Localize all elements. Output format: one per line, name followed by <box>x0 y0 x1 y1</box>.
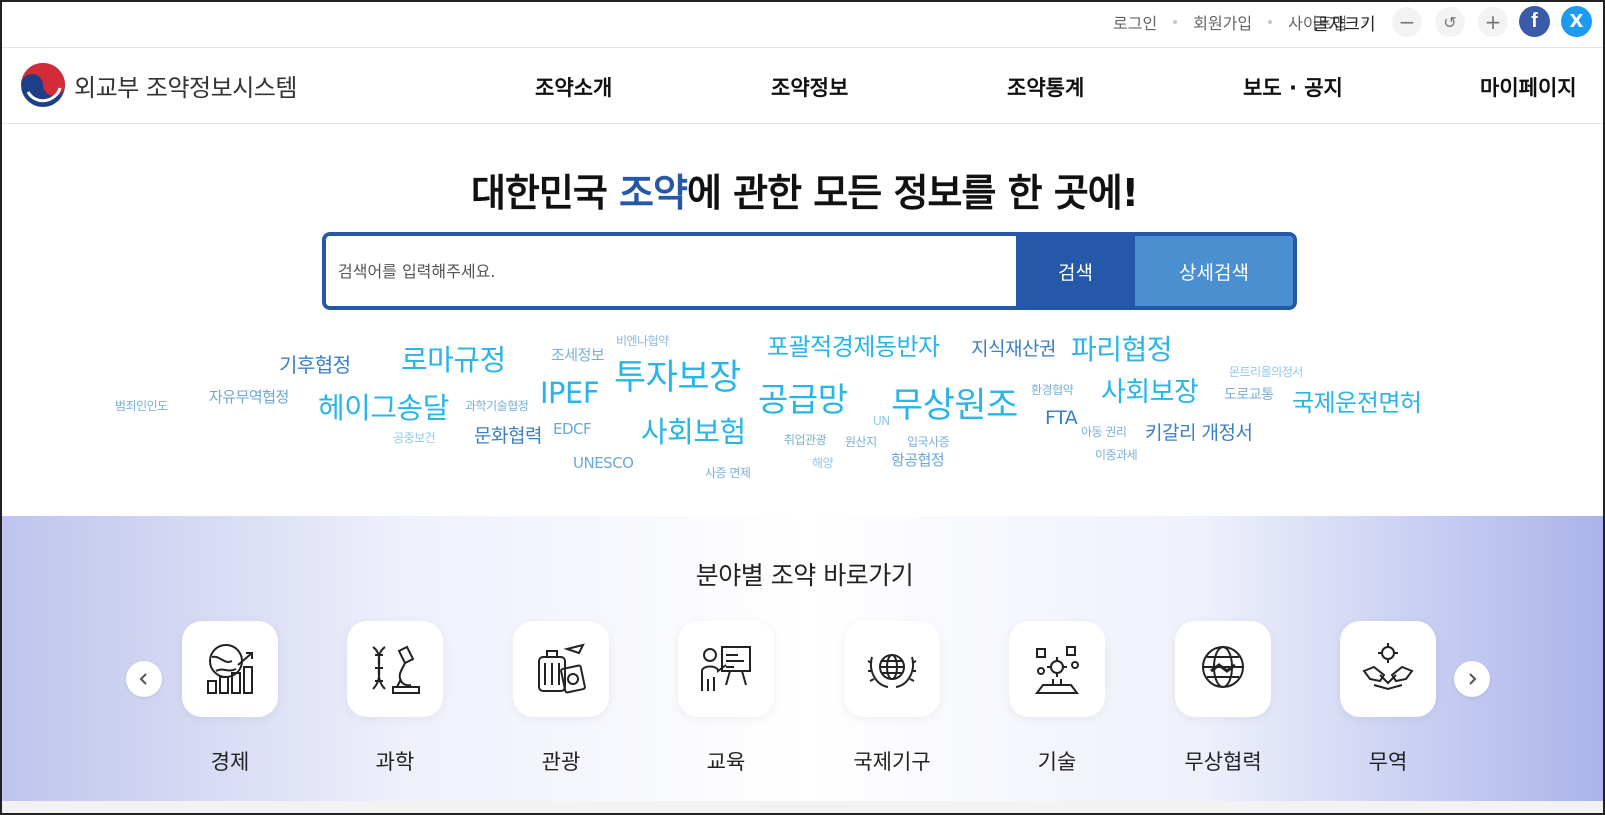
font-increase-button[interactable]: + <box>1478 7 1508 37</box>
category-label[interactable]: 과학 <box>325 746 465 776</box>
keyword-tag[interactable]: 사회보장 <box>1101 379 1199 406</box>
keyword-tag[interactable]: 사회보험 <box>641 418 746 447</box>
category-label[interactable]: 국제기구 <box>822 746 962 776</box>
nav-item-mypage[interactable]: 마이페이지 <box>1480 72 1577 102</box>
keyword-tag[interactable]: 환경협약 <box>1031 384 1074 396</box>
login-link[interactable]: 로그인 <box>1113 10 1157 34</box>
keyword-tag[interactable]: 과학기술협정 <box>465 400 529 412</box>
font-decrease-button[interactable]: − <box>1392 7 1422 37</box>
keyword-tag[interactable]: 투자보장 <box>614 361 741 396</box>
separator-dot <box>1173 20 1178 24</box>
category-label[interactable]: 무상협력 <box>1153 746 1293 776</box>
keyword-tag[interactable]: 자유무역협정 <box>209 390 289 405</box>
category-card-international-organization[interactable] <box>844 621 940 717</box>
economy-icon <box>207 644 253 694</box>
category-card-grant-cooperation[interactable] <box>1175 621 1271 717</box>
main-header: 외교부 조약정보시스템 조약소개 조약정보 조약통계 보도 · 공지 마이페이지 <box>2 48 1603 124</box>
category-label[interactable]: 경제 <box>160 746 300 776</box>
signup-link[interactable]: 회원가입 <box>1193 10 1252 34</box>
chevron-left-icon <box>139 673 147 685</box>
nav-item-treaty-stats[interactable]: 조약통계 <box>1007 72 1084 102</box>
carousel-prev-button[interactable] <box>126 661 162 697</box>
keyword-tag[interactable]: 입국사증 <box>907 436 950 448</box>
carousel-next-button[interactable] <box>1454 661 1490 697</box>
keyword-tag[interactable]: EDCF <box>553 422 592 437</box>
keyword-tag[interactable]: UNESCO <box>573 456 634 471</box>
separator-dot <box>1268 20 1273 24</box>
category-label[interactable]: 무역 <box>1318 746 1458 776</box>
advanced-search-button[interactable]: 상세검색 <box>1135 236 1293 306</box>
search-input[interactable] <box>326 236 1016 306</box>
logo-text: 외교부 조약정보시스템 <box>74 73 297 102</box>
category-label[interactable]: 관광 <box>491 746 631 776</box>
keyword-tag[interactable]: 해양 <box>812 457 834 469</box>
keyword-tag[interactable]: 공급망 <box>758 383 848 416</box>
science-icon <box>372 645 420 694</box>
keyword-tag[interactable]: 이중과세 <box>1095 449 1138 461</box>
category-card-economy[interactable] <box>182 621 278 717</box>
category-card-technology[interactable] <box>1009 621 1105 717</box>
keyword-tag[interactable]: 로마규정 <box>401 346 506 375</box>
site-logo[interactable]: 외교부 조약정보시스템 <box>20 62 297 108</box>
font-size-label: 글자크기 <box>1313 15 1376 35</box>
facebook-icon[interactable]: f <box>1519 6 1550 37</box>
keyword-tag[interactable]: 조세정보 <box>551 348 605 363</box>
keyword-tag[interactable]: 문화협력 <box>474 427 542 446</box>
category-card-trade[interactable] <box>1340 621 1436 717</box>
technology-icon <box>1035 646 1079 694</box>
keyword-tag[interactable]: 사증 면제 <box>705 467 751 479</box>
keyword-tag[interactable]: 범죄인인도 <box>115 400 168 412</box>
category-shortcuts-section: 분야별 조약 바로가기 경제 과학 관광 교육 국제기구 기술 무상협력 무역 <box>2 516 1603 801</box>
international-organization-icon <box>867 654 917 688</box>
keyword-tag[interactable]: 몬트리올의정서 <box>1229 366 1303 378</box>
keyword-tag[interactable]: 원산지 <box>845 436 877 448</box>
utility-bar: 로그인 회원가입 사이트맵 글자크기 − ↺ + f X <box>2 2 1603 48</box>
keyword-tag[interactable]: 공중보건 <box>393 432 436 444</box>
keyword-tag[interactable]: 무상원조 <box>891 389 1018 424</box>
category-section-title: 분야별 조약 바로가기 <box>695 561 914 590</box>
search-box: 검색 상세검색 <box>322 232 1297 310</box>
keyword-tag[interactable]: 항공협정 <box>891 453 945 468</box>
hero-title-highlight: 조약 <box>619 171 688 215</box>
font-reset-button[interactable]: ↺ <box>1435 7 1465 37</box>
chevron-right-icon <box>1469 673 1477 685</box>
category-label[interactable]: 교육 <box>656 746 796 776</box>
bottom-strip <box>2 801 1603 813</box>
keyword-tag[interactable]: 기후협정 <box>279 355 351 375</box>
keyword-tag[interactable]: FTA <box>1045 409 1078 428</box>
keyword-tag[interactable]: UN <box>873 415 890 427</box>
keyword-tag[interactable]: 국제운전면허 <box>1292 391 1422 415</box>
hero-title-post: 에 관한 모든 정보를 한 곳에! <box>686 171 1139 215</box>
keyword-tag[interactable]: 키갈리 개정서 <box>1145 424 1253 443</box>
keyword-tag[interactable]: 헤이그송달 <box>318 394 449 423</box>
nav-item-news-notice[interactable]: 보도 · 공지 <box>1243 72 1343 102</box>
category-label[interactable]: 기술 <box>987 746 1127 776</box>
keyword-tag[interactable]: 취업관광 <box>784 434 827 446</box>
keyword-tag[interactable]: 포괄적경제동반자 <box>767 335 940 359</box>
keyword-tag[interactable]: IPEF <box>540 379 600 408</box>
category-card-tourism[interactable] <box>513 621 609 717</box>
keyword-tag[interactable]: 지식재산권 <box>971 340 1056 359</box>
nav-item-treaty-intro[interactable]: 조약소개 <box>535 72 612 102</box>
keyword-tag[interactable]: 비엔나협약 <box>616 335 669 347</box>
search-button[interactable]: 검색 <box>1016 236 1135 306</box>
keyword-tag[interactable]: 도로교통 <box>1224 388 1274 402</box>
keyword-tag[interactable]: 파리협정 <box>1071 336 1173 364</box>
page-frame: 로그인 회원가입 사이트맵 글자크기 − ↺ + f X 외교부 조약정보시스템… <box>0 0 1605 815</box>
hero-title: 대한민국 조약에 관한 모든 정보를 한 곳에! <box>2 162 1603 217</box>
trade-icon <box>1362 643 1414 691</box>
category-card-education[interactable] <box>678 621 774 717</box>
tourism-icon <box>538 643 586 694</box>
taegeuk-logo-icon <box>21 63 65 107</box>
education-icon <box>701 646 751 691</box>
nav-item-treaty-info[interactable]: 조약정보 <box>771 72 848 102</box>
x-twitter-icon[interactable]: X <box>1561 6 1592 37</box>
grant-cooperation-icon <box>1202 646 1244 688</box>
keyword-tag[interactable]: 아동 권리 <box>1081 426 1127 438</box>
hero-title-pre: 대한민국 <box>470 171 620 215</box>
category-card-science[interactable] <box>347 621 443 717</box>
